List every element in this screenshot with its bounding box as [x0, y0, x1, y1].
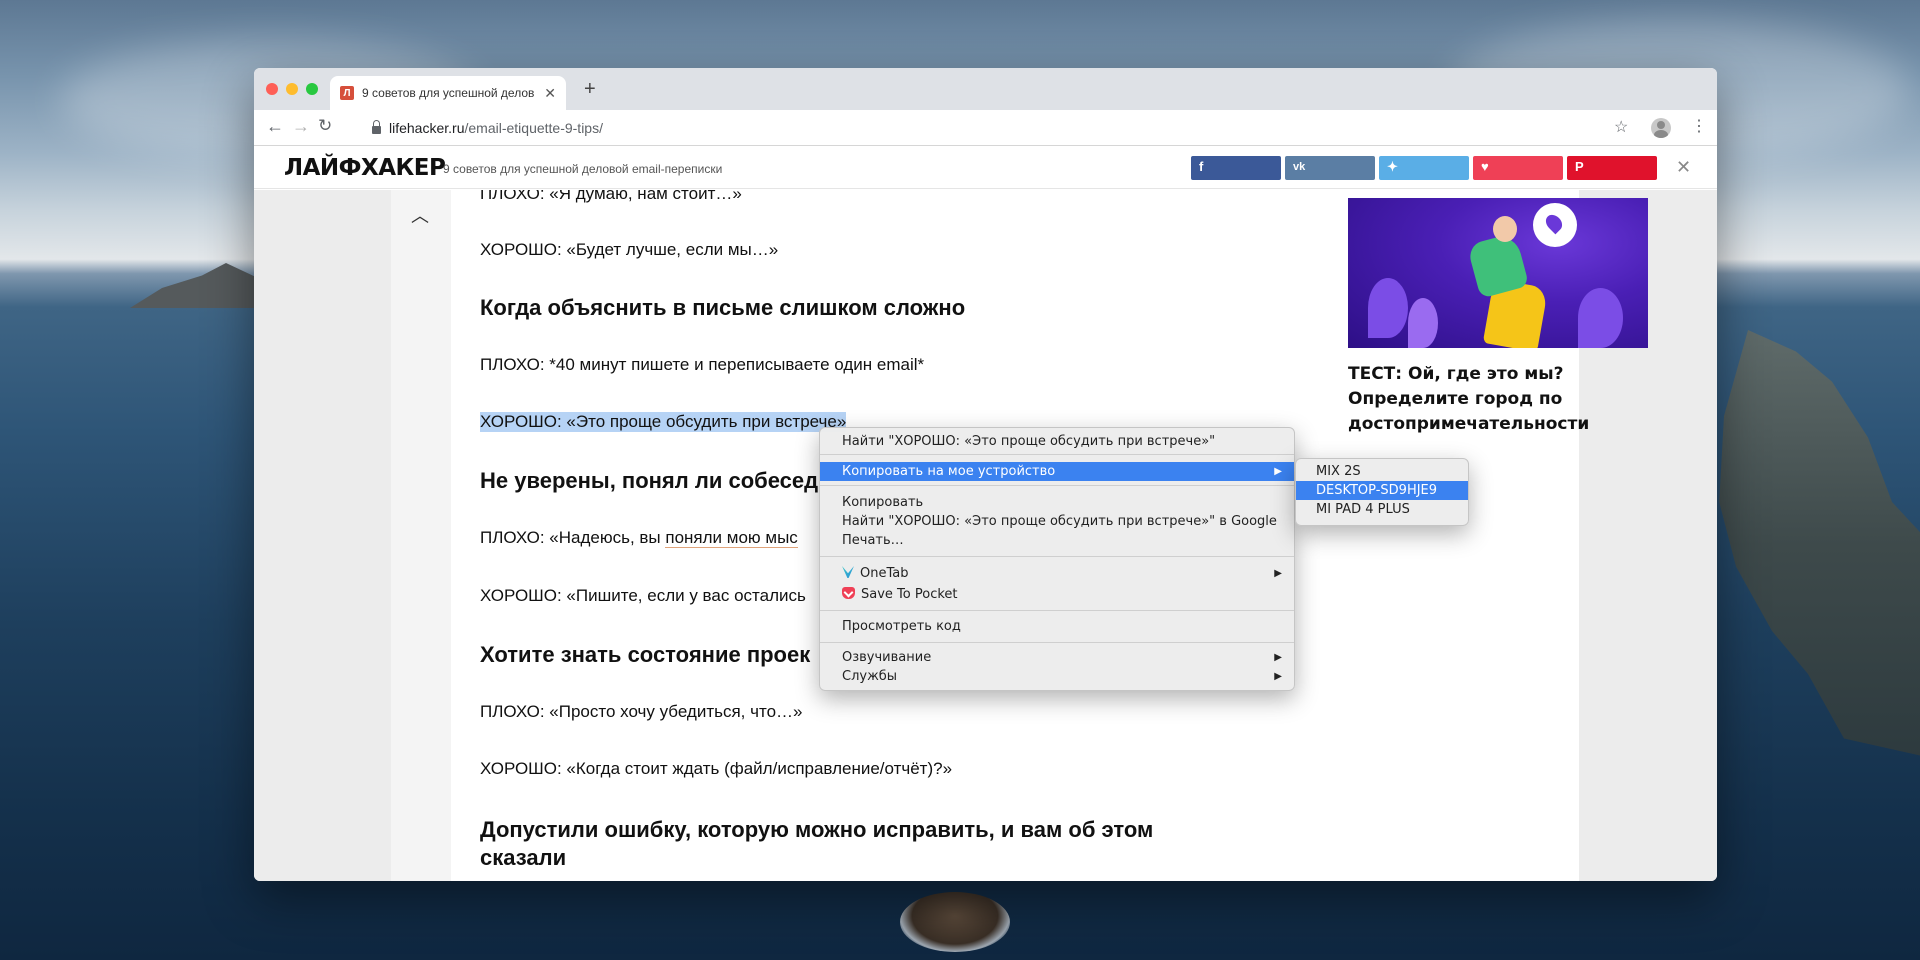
address-bar[interactable]: lifehacker.ru /email-etiquette-9-tips/: [364, 114, 1624, 142]
pinterest-icon: P: [1575, 159, 1584, 174]
submenu-arrow-icon: ▶: [1274, 671, 1282, 682]
vk-icon: vk: [1293, 161, 1306, 173]
copy-menu-item[interactable]: Копировать: [820, 493, 1294, 512]
new-tab-icon[interactable]: +: [584, 78, 596, 101]
pocket-icon: ♥: [1481, 159, 1489, 174]
menu-separator: [820, 454, 1294, 455]
close-tab-icon[interactable]: ✕: [544, 85, 556, 102]
menu-item-label: Копировать на мое устройство: [842, 464, 1056, 479]
submenu-arrow-icon: ▶: [1274, 652, 1282, 663]
close-header-icon[interactable]: ✕: [1676, 157, 1691, 178]
browser-toolbar: ← → ↻ lifehacker.ru /email-etiquette-9-t…: [254, 110, 1717, 146]
left-column: ︿: [391, 190, 451, 881]
print-menu-item[interactable]: Печать…: [820, 531, 1294, 550]
copy-to-device-menu-item[interactable]: Копировать на мое устройство ▶: [820, 462, 1294, 481]
menu-item-label: OneTab: [860, 566, 909, 581]
tab-strip: Л 9 советов для успешной делов ✕ +: [254, 68, 1717, 110]
share-facebook-button[interactable]: f: [1191, 156, 1281, 180]
profile-avatar-icon[interactable]: [1651, 118, 1671, 138]
browser-tab[interactable]: Л 9 советов для успешной делов ✕: [330, 76, 566, 110]
paragraph-text: ПЛОХО: «Надеюсь, вы: [480, 528, 666, 547]
menu-item-label: Службы: [842, 669, 898, 684]
device-menu-item[interactable]: MI PAD 4 PLUS: [1296, 500, 1468, 519]
article-paragraph: ХОРОШО: «Когда стоит ждать (файл/исправл…: [480, 759, 953, 778]
search-google-menu-item[interactable]: Найти "ХОРОШО: «Это проще обсудить при в…: [820, 512, 1294, 531]
article-heading: Хотите знать состояние проек: [480, 642, 811, 667]
site-header: ЛАЙФХАКЕР 9 советов для успешной деловой…: [254, 147, 1717, 189]
menu-separator: [820, 642, 1294, 643]
maximize-window-button[interactable]: [306, 83, 318, 95]
share-pinterest-button[interactable]: P: [1567, 156, 1657, 180]
devices-submenu: MIX 2S DESKTOP-SD9HJE9 MI PAD 4 PLUS: [1295, 458, 1469, 526]
device-menu-item[interactable]: DESKTOP-SD9HJE9: [1296, 481, 1468, 500]
article-heading: Допустили ошибку, которую можно исправит…: [480, 817, 1154, 870]
article-heading: Не уверены, понял ли собесед: [480, 468, 819, 493]
url-path: /email-etiquette-9-tips/: [464, 120, 603, 136]
article-heading: Когда объяснить в письме слишком сложно: [480, 295, 966, 320]
device-menu-item[interactable]: MIX 2S: [1296, 462, 1468, 481]
article-paragraph: ПЛОХО: «Надеюсь, вы поняли мою мыс: [480, 528, 798, 548]
menu-item-label: Save To Pocket: [861, 587, 958, 602]
onetab-icon: [842, 566, 854, 578]
submenu-arrow-icon: ▶: [1274, 466, 1282, 477]
close-window-button[interactable]: [266, 83, 278, 95]
tab-title: 9 советов для успешной делов: [362, 86, 535, 100]
selected-text[interactable]: ХОРОШО: «Это проще обсудить при встрече»: [480, 412, 847, 432]
menu-separator: [820, 610, 1294, 611]
lifehacker-favicon-icon: Л: [340, 86, 354, 100]
bookmark-star-icon[interactable]: ☆: [1614, 117, 1628, 137]
article-paragraph: ПЛОХО: «Просто хочу убедиться, что…»: [480, 702, 803, 721]
leaf-shape: [1408, 298, 1438, 348]
context-menu: Найти "ХОРОШО: «Это проще обсудить при в…: [819, 427, 1295, 691]
menu-separator: [820, 556, 1294, 557]
location-pin-icon: [1533, 203, 1577, 247]
onetab-menu-item[interactable]: OneTab ▶: [820, 564, 1294, 583]
site-logo[interactable]: ЛАЙФХАКЕР: [284, 155, 446, 181]
url-host: lifehacker.ru: [389, 120, 465, 136]
leaf-shape: [1578, 288, 1623, 348]
promo-link[interactable]: ТЕСТ: Ой, где это мы? Определите город п…: [1348, 362, 1648, 437]
share-twitter-button[interactable]: ✦: [1379, 156, 1469, 180]
leaf-shape: [1368, 278, 1408, 338]
back-arrow-icon[interactable]: ←: [266, 116, 284, 137]
share-vk-button[interactable]: vk: [1285, 156, 1375, 180]
article-paragraph: ПЛОХО: *40 минут пишете и переписываете …: [480, 355, 925, 374]
forward-arrow-icon[interactable]: →: [292, 116, 310, 137]
submenu-arrow-icon: ▶: [1274, 568, 1282, 579]
speech-menu-item[interactable]: Озвучивание ▶: [820, 648, 1294, 667]
menu-item-label: Озвучивание: [842, 650, 932, 665]
article-link[interactable]: поняли мою мыс: [665, 528, 798, 548]
reload-icon[interactable]: ↻: [318, 116, 332, 136]
inspect-menu-item[interactable]: Просмотреть код: [820, 617, 1294, 636]
twitter-icon: ✦: [1387, 159, 1398, 174]
rock: [900, 892, 1010, 952]
lock-icon: [372, 120, 381, 134]
services-menu-item[interactable]: Службы ▶: [820, 667, 1294, 686]
minimize-window-button[interactable]: [286, 83, 298, 95]
more-menu-icon[interactable]: ⋮: [1691, 116, 1707, 136]
save-to-pocket-menu-item[interactable]: Save To Pocket: [820, 585, 1294, 604]
find-selection-menu-item[interactable]: Найти "ХОРОШО: «Это проще обсудить при в…: [820, 432, 1294, 451]
person-head: [1493, 216, 1517, 242]
facebook-icon: f: [1199, 159, 1204, 174]
article-paragraph: ХОРОШО: «Будет лучше, если мы…»: [480, 240, 779, 259]
scroll-up-icon[interactable]: ︿: [411, 202, 429, 228]
header-article-title: 9 советов для успешной деловой email-пер…: [443, 162, 723, 176]
menu-separator: [820, 485, 1294, 486]
share-pocket-button[interactable]: ♥: [1473, 156, 1563, 180]
article-paragraph: ХОРОШО: «Пишите, если у вас остались: [480, 586, 806, 605]
pocket-icon: [842, 587, 855, 599]
article-paragraph: ПЛОХО: «Я думаю, нам стоит…»: [480, 190, 742, 203]
cliff: [1719, 330, 1920, 760]
promo-illustration[interactable]: [1348, 198, 1648, 348]
